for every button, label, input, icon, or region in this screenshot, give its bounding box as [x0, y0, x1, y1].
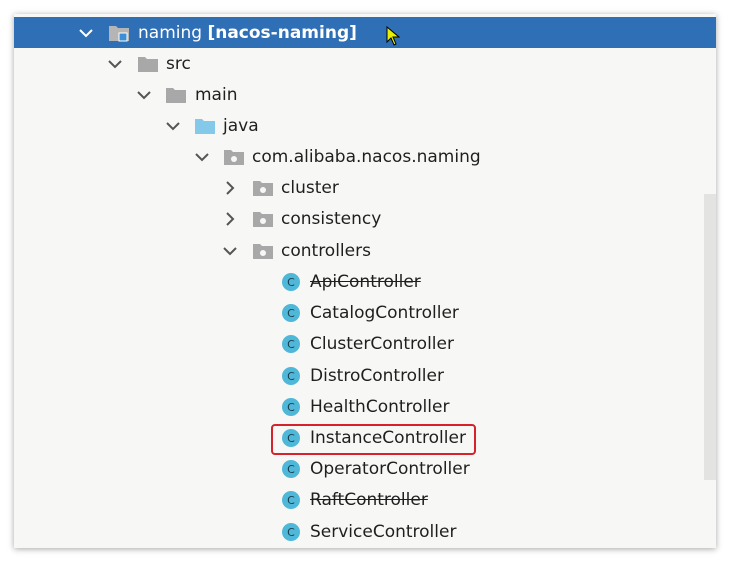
package-icon [252, 179, 274, 197]
tree-node-cluster[interactable]: cluster [14, 172, 716, 203]
mouse-cursor-icon [386, 26, 400, 46]
chevron-down-icon[interactable] [107, 56, 123, 72]
tree-node-main[interactable]: main [14, 79, 716, 110]
svg-text:C: C [287, 370, 295, 383]
tree-node-class-servicecontroller[interactable]: C ServiceController [14, 516, 716, 547]
class-icon: C [280, 366, 302, 385]
package-icon [252, 210, 274, 228]
class-label: ClusterController [310, 333, 454, 354]
class-label: HealthController [310, 396, 450, 417]
class-label: ApiController [310, 271, 421, 292]
chevron-down-icon[interactable] [136, 87, 152, 103]
class-label: DistroController [310, 365, 444, 386]
svg-text:C: C [287, 401, 295, 414]
tree-node-class-apicontroller[interactable]: C ApiController [14, 266, 716, 297]
tree-node-java[interactable]: java [14, 110, 716, 141]
class-label: ServiceController [310, 521, 457, 542]
class-icon: C [280, 459, 302, 478]
svg-text:C: C [287, 276, 295, 289]
tree-node-label: java [223, 115, 259, 136]
project-tree-panel: naming [nacos-naming] src main java com.… [14, 14, 716, 548]
tree-node-controllers[interactable]: controllers [14, 235, 716, 266]
tree-node-naming-module[interactable]: naming [nacos-naming] [14, 17, 716, 48]
class-icon: C [280, 303, 302, 322]
vertical-scrollbar[interactable] [704, 194, 716, 480]
tree-node-class-catalogcontroller[interactable]: C CatalogController [14, 297, 716, 328]
svg-text:C: C [287, 526, 295, 539]
folder-icon [165, 86, 187, 104]
svg-text:C: C [287, 307, 295, 320]
tree-node-class-distrocontroller[interactable]: C DistroController [14, 360, 716, 391]
highlight-box [271, 424, 476, 455]
class-icon: C [280, 272, 302, 291]
tree-node-class-clustercontroller[interactable]: C ClusterController [14, 328, 716, 359]
tree-node-label: com.alibaba.nacos.naming [252, 146, 481, 167]
class-icon: C [280, 490, 302, 509]
chevron-down-icon[interactable] [194, 149, 210, 165]
class-label: OperatorController [310, 458, 470, 479]
tree-node-label: src [166, 53, 191, 74]
chevron-right-icon[interactable] [222, 211, 238, 227]
tree-node-consistency[interactable]: consistency [14, 203, 716, 234]
tree-node-label: main [195, 84, 238, 105]
svg-text:C: C [287, 494, 295, 507]
source-root-folder-icon [194, 117, 216, 135]
tree-node-label: consistency [281, 208, 382, 229]
tree-node-class-raftcontroller[interactable]: C RaftController [14, 484, 716, 515]
class-icon: C [280, 397, 302, 416]
svg-text:C: C [287, 338, 295, 351]
tree-node-package-naming[interactable]: com.alibaba.nacos.naming [14, 141, 716, 172]
class-label: RaftController [310, 489, 428, 510]
class-icon: C [280, 522, 302, 541]
chevron-down-icon[interactable] [222, 243, 238, 259]
tree-node-src[interactable]: src [14, 48, 716, 79]
class-icon: C [280, 334, 302, 353]
tree-node-label: controllers [281, 240, 371, 261]
chevron-down-icon[interactable] [78, 25, 94, 41]
tree-node-label: naming [nacos-naming] [138, 22, 357, 43]
package-icon [252, 242, 274, 260]
svg-text:C: C [287, 463, 295, 476]
tree-node-class-operatorcontroller[interactable]: C OperatorController [14, 453, 716, 484]
tree-node-label: cluster [281, 177, 339, 198]
chevron-down-icon[interactable] [165, 118, 181, 134]
folder-icon [137, 55, 159, 73]
tree-node-class-healthcontroller[interactable]: C HealthController [14, 391, 716, 422]
chevron-right-icon[interactable] [222, 180, 238, 196]
package-icon [223, 148, 245, 166]
module-folder-icon [108, 24, 130, 42]
class-label: CatalogController [310, 302, 459, 323]
